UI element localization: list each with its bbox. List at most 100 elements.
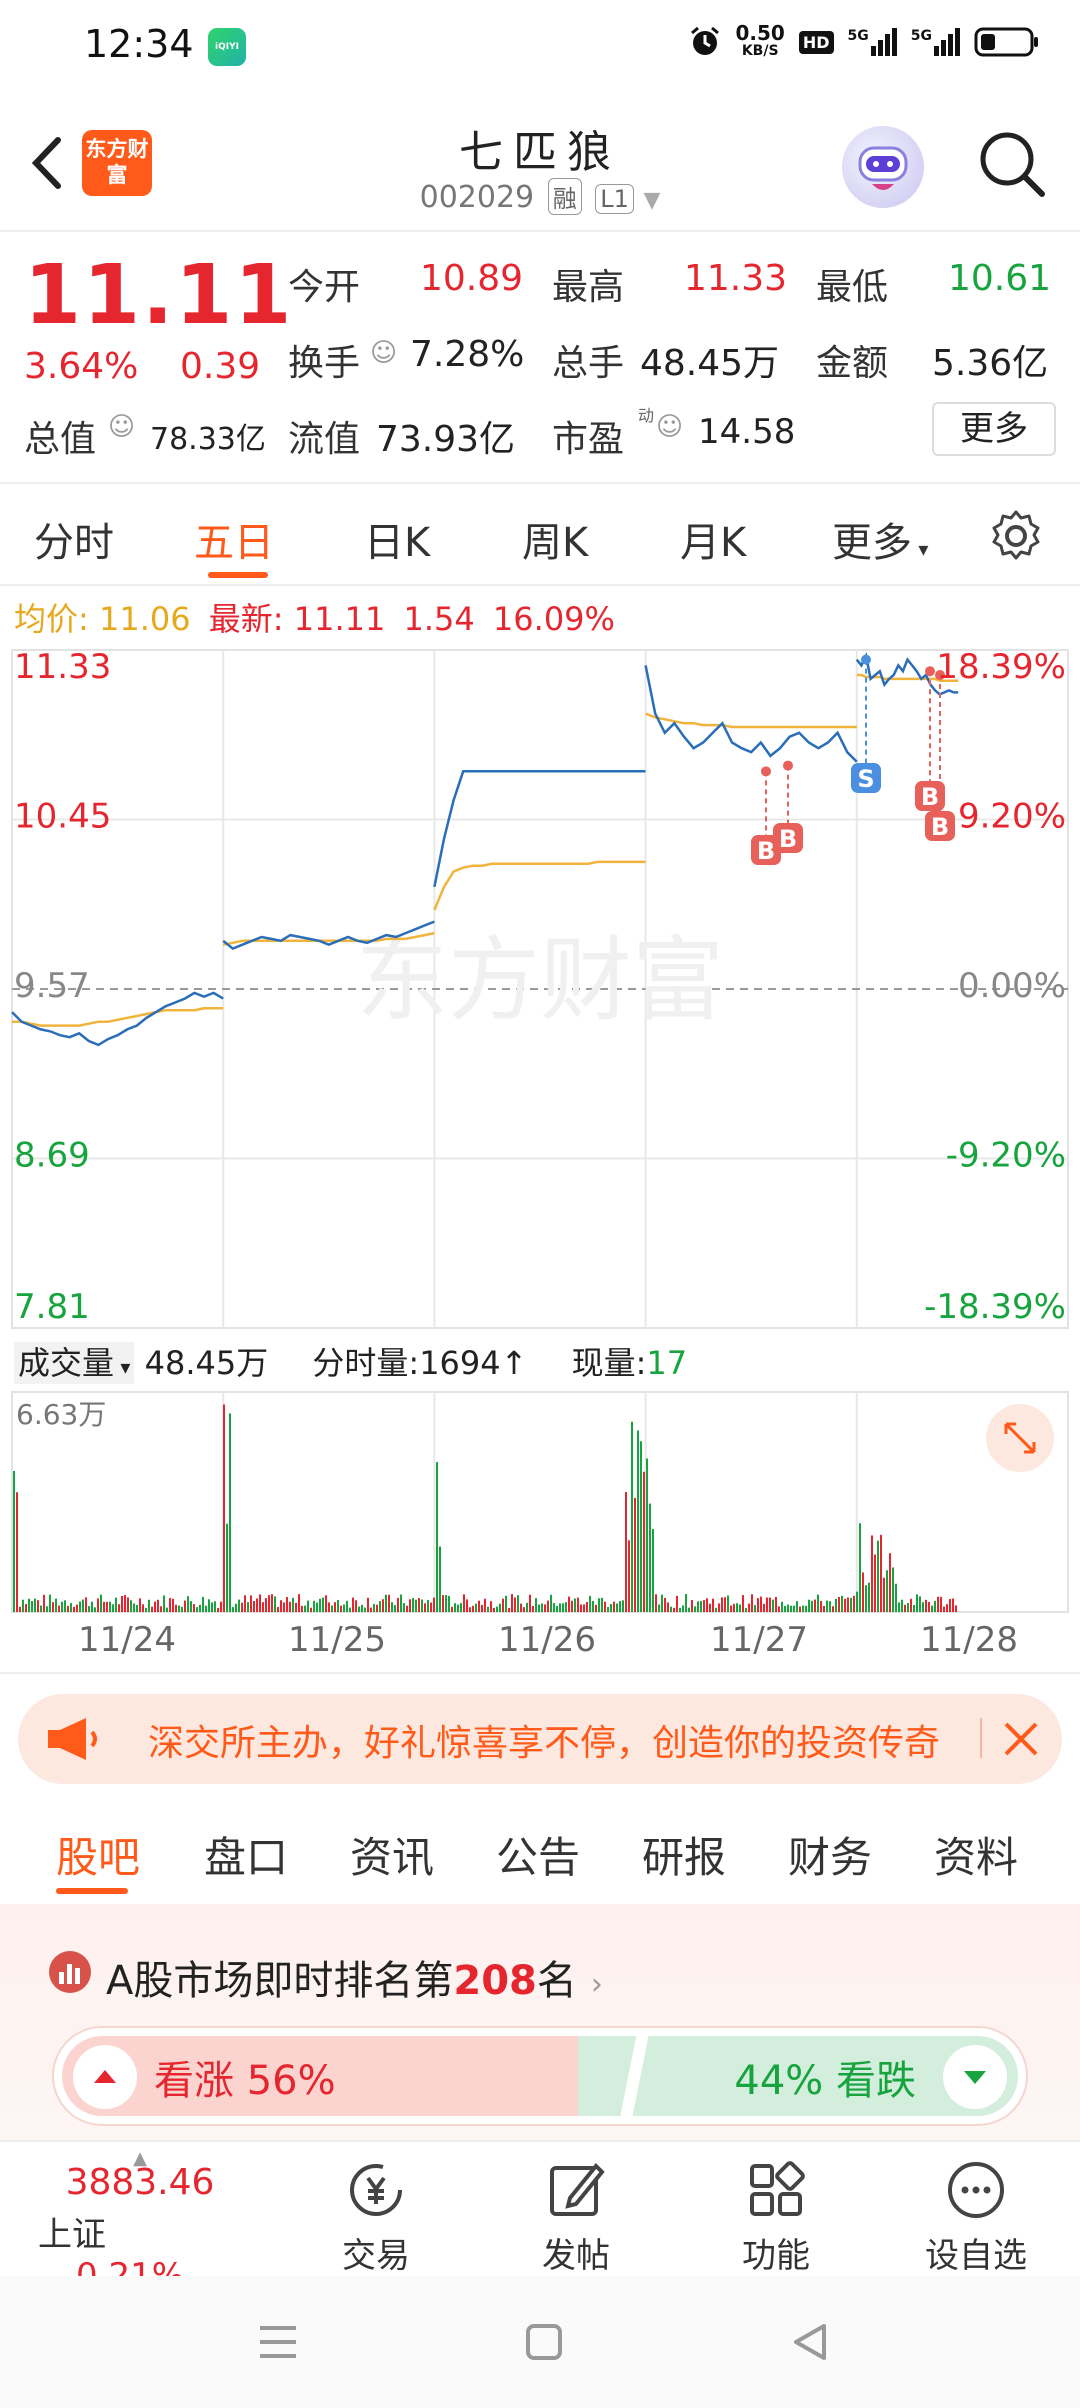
avg-price-line	[12, 1007, 224, 1027]
latest-label: 最新:	[208, 600, 284, 638]
y-axis-left-tick: 11.33	[14, 647, 111, 687]
tab-intraday[interactable]: 分时	[34, 510, 114, 568]
level-tag: L1	[595, 184, 634, 214]
y-axis-left-tick: 8.69	[14, 1136, 90, 1176]
settings-gear-icon[interactable]	[988, 508, 1044, 564]
high-value: 11.33	[684, 258, 788, 299]
latest-percent: 16.09%	[492, 600, 615, 638]
close-icon[interactable]	[1002, 1720, 1040, 1758]
hd-icon: HD	[798, 30, 834, 54]
add-watchlist-button[interactable]: 设自选	[896, 2158, 1056, 2277]
grid-icon	[750, 2161, 805, 2216]
volume-value: 48.45万	[640, 343, 780, 384]
avg-price-line: 均价: 11.06 最新: 11.11 1.54 16.09%	[14, 594, 615, 640]
more-dots-icon	[948, 2162, 1004, 2218]
index-ticker[interactable]: ▲ 3883.46 上证 0.21%	[30, 2148, 250, 2296]
volume-selector[interactable]: 成交量 ▾	[14, 1342, 135, 1384]
tab-orderbook[interactable]: 盘口	[204, 1824, 288, 1885]
float-value: 73.93亿	[376, 419, 516, 460]
trade-button[interactable]: 交易	[296, 2158, 456, 2277]
tab-research[interactable]: 研报	[642, 1824, 726, 1885]
latest-value: 11.11	[293, 600, 386, 638]
date-label: 11/24	[78, 1620, 176, 1660]
chevron-right-icon: ›	[590, 1967, 603, 2002]
yen-circle-icon	[350, 2164, 402, 2216]
five-day-chart[interactable]: 东方财富B BSBB11.3310.459.578.697.8118.39%9.2…	[0, 640, 1080, 1680]
system-nav-bar	[0, 2276, 1080, 2408]
more-quote-button[interactable]: 更多	[932, 402, 1056, 456]
status-icons: 0.50 KB/S HD 5G 5G	[688, 23, 1041, 60]
pe-superscript: 动	[638, 406, 655, 425]
volume-header: 成交量 ▾ 48.45万 分时量:1694↑ 现量:17	[14, 1338, 687, 1384]
y-axis-right-tick: -18.39%	[924, 1287, 1066, 1327]
trade-point	[783, 760, 793, 771]
status-bar: 12:34 iQIYI 0.50 KB/S HD 5G 5G	[0, 0, 1080, 96]
promo-banner[interactable]: 深交所主办，好礼惊喜享不停，创造你的投资传奇	[18, 1694, 1062, 1784]
market-rank[interactable]: A股市场即时排名第208名 ›	[106, 1948, 603, 2006]
open-value: 10.89	[420, 258, 524, 299]
vote-up-label: 看涨 56%	[154, 2058, 336, 2104]
tab-weekly-k[interactable]: 周K	[522, 510, 588, 568]
now-volume-label: 现量:	[571, 1344, 647, 1382]
y-axis-right-tick: 9.20%	[958, 797, 1066, 837]
tab-monthly-k[interactable]: 月K	[680, 510, 746, 568]
tick-volume-label: 分时量:	[312, 1344, 420, 1382]
vote-down-icon[interactable]	[942, 2044, 1008, 2110]
active-subtab-underline	[56, 1888, 128, 1894]
watermark: 东方财富	[356, 927, 724, 1034]
vote-up-bar[interactable]	[62, 2036, 622, 2116]
info-icon[interactable]: ☺	[108, 412, 135, 442]
margin-tag: 融	[547, 178, 582, 215]
date-label: 11/28	[920, 1620, 1018, 1660]
volume-label: 总手	[552, 343, 625, 384]
volume-pane-frame	[11, 1391, 1069, 1613]
info-icon[interactable]: ☺	[370, 338, 397, 368]
divider	[980, 1718, 982, 1758]
home-icon[interactable]	[524, 2322, 564, 2362]
current-price: 11.11	[24, 248, 294, 343]
function-button[interactable]: 功能	[696, 2158, 856, 2277]
price-line	[433, 770, 646, 888]
info-icon[interactable]: ☺	[656, 412, 683, 442]
low-value: 10.61	[948, 258, 1052, 299]
expand-icon[interactable]	[986, 1404, 1054, 1472]
caret-up-icon: ▲	[133, 2148, 147, 2169]
tab-notices[interactable]: 公告	[496, 1824, 580, 1885]
tab-daily-k[interactable]: 日K	[364, 510, 430, 568]
tab-financials[interactable]: 财务	[788, 1824, 872, 1885]
trade-marker-label: S	[857, 765, 874, 793]
divider	[0, 584, 1080, 586]
avg-price-line	[433, 860, 646, 911]
avg-price-line	[645, 712, 857, 729]
mcap-value: 78.33亿	[150, 422, 266, 457]
mcap-label: 总值	[24, 419, 97, 460]
search-icon[interactable]	[974, 126, 1050, 202]
vote-divider	[618, 2028, 650, 2124]
post-button[interactable]: 发帖	[496, 2158, 656, 2277]
chart-tabs: 分时 五日 日K 周K 月K 更多 ▾	[0, 488, 1080, 584]
trade-point	[861, 654, 871, 665]
tab-forum[interactable]: 股吧	[56, 1824, 140, 1885]
signal-icon: 5G	[848, 28, 897, 56]
tick-volume-value: 1694	[419, 1344, 501, 1382]
y-axis-left-tick: 7.81	[14, 1287, 90, 1327]
iqiyi-app-icon: iQIYI	[208, 28, 246, 66]
back-icon[interactable]	[790, 2322, 830, 2362]
assistant-robot-icon[interactable]	[842, 126, 924, 208]
alarm-icon	[690, 26, 719, 55]
date-label: 11/25	[288, 1620, 386, 1660]
tab-five-day[interactable]: 五日	[194, 510, 274, 568]
up-arrow-icon: ↑	[500, 1344, 528, 1382]
tab-news[interactable]: 资讯	[350, 1824, 434, 1885]
menu-icon[interactable]	[256, 2322, 300, 2362]
sentiment-block: A股市场即时排名第208名 › 看涨 56% 44% 看跌	[0, 1904, 1080, 2140]
tab-more[interactable]: 更多 ▾	[832, 510, 928, 568]
divider	[0, 230, 1080, 232]
now-volume-value: 17	[646, 1344, 688, 1382]
change-percent: 3.64%	[24, 346, 139, 387]
battery-icon	[974, 27, 1038, 57]
ranking-chart-icon	[49, 1951, 91, 1993]
float-label: 流值	[288, 419, 361, 460]
vote-up-icon[interactable]	[72, 2044, 138, 2110]
tab-profile[interactable]: 资料	[934, 1824, 1018, 1885]
